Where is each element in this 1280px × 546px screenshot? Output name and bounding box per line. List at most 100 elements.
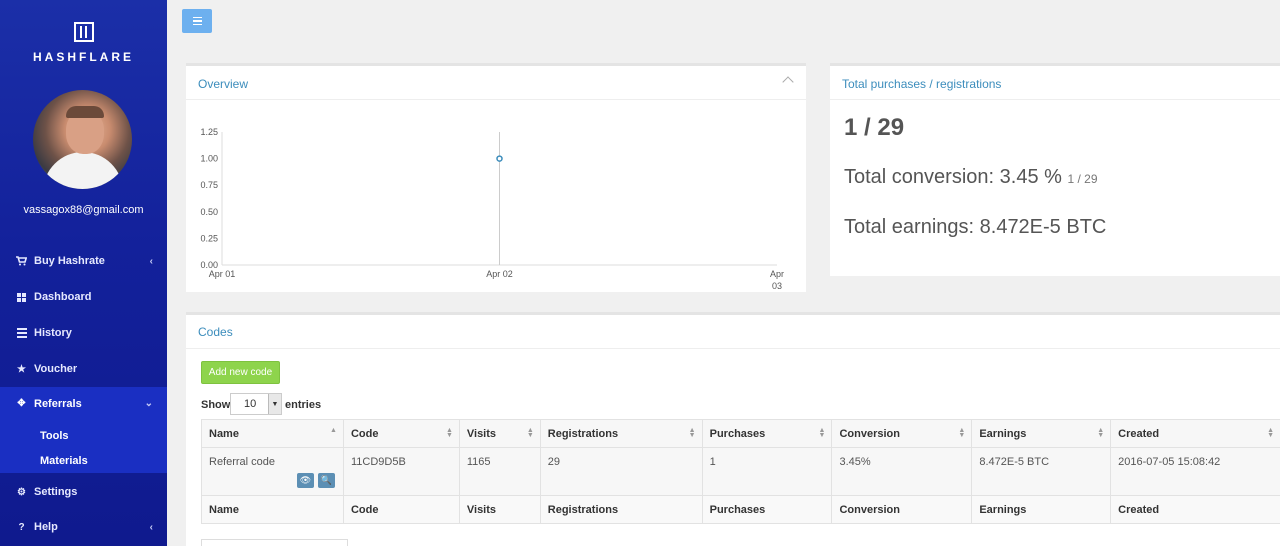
y-tick-label: 0.25 <box>200 233 218 243</box>
x-tick-label: Apr 02 <box>486 269 513 279</box>
sidebar-item-label: Buy Hashrate <box>34 255 105 267</box>
totals-title: Total purchases / registrations <box>842 77 1002 91</box>
footer-name: Name <box>201 495 344 524</box>
table-row: Referral code 👁 🔍 11CD9D5B 1165 29 1 3.4… <box>201 447 1280 496</box>
sidebar-item-label: Help <box>34 521 58 533</box>
sidebar-item-label: History <box>34 327 72 339</box>
sidebar-item-buy-hashrate[interactable]: Buy Hashrate ‹ <box>0 244 167 278</box>
footer-created: Created <box>1110 495 1280 524</box>
entries-select[interactable]: 10 ▼ <box>230 393 282 415</box>
cell-purchases: 1 <box>701 447 833 496</box>
add-new-code-button[interactable]: Add new code <box>201 361 280 384</box>
chevron-left-icon: ‹ <box>149 255 153 267</box>
search-icon[interactable]: 🔍 <box>318 473 335 488</box>
cell-visits: 1165 <box>458 447 541 496</box>
sidebar-item-help[interactable]: ? Help ‹ <box>0 510 167 544</box>
total-conversion-ratio: 1 / 29 <box>1067 172 1098 186</box>
x-tick-label: Apr 01 <box>209 269 236 279</box>
question-icon: ? <box>18 521 25 533</box>
view-eye-icon[interactable]: 👁 <box>297 473 314 488</box>
overview-chart: 1.251.000.750.500.250.00Apr 01 Apr 02 Apr 0… <box>200 127 784 291</box>
cart-icon <box>16 256 27 267</box>
gears-icon: ⚙ <box>17 486 26 498</box>
sidebar: HASHFLARE vassagox88@gmail.com Buy Hashr… <box>0 0 167 546</box>
sort-asc-icon: ▲ <box>330 427 337 434</box>
chevron-down-icon: ⌄ <box>144 398 153 409</box>
column-header-registrations[interactable]: Registrations ▲ ▼ <box>539 419 703 448</box>
brand-name: HASHFLARE <box>33 50 134 64</box>
sort-icon: ▲ ▼ <box>1097 427 1105 439</box>
brand-logo[interactable]: HASHFLARE <box>0 22 167 64</box>
entries-label: entries <box>285 399 322 411</box>
cell-code: 11CD9D5B <box>342 447 460 496</box>
footer-code: Code <box>342 495 460 524</box>
codes-table: Name ▲ Code ▲ ▼ Visits ▲ ▼ Registrations ▲ ▼ Pu… <box>201 419 1280 524</box>
sidebar-subitem-tools[interactable]: Tools <box>40 430 69 442</box>
cell-name: Referral code 👁 🔍 <box>201 447 344 496</box>
cell-registrations: 29 <box>539 447 703 496</box>
codes-title: Codes <box>198 325 233 339</box>
sidebar-item-voucher[interactable]: ★ Voucher <box>0 352 167 386</box>
chevron-left-icon: ‹ <box>149 521 153 533</box>
collapse-icon[interactable] <box>782 76 794 88</box>
sort-icon: ▲ ▼ <box>818 427 826 439</box>
y-tick-label: 1.25 <box>200 127 218 137</box>
sidebar-item-label: Voucher <box>34 363 78 375</box>
column-header-purchases[interactable]: Purchases ▲ ▼ <box>701 419 833 448</box>
total-conversion: Total conversion: 3.45 % 1 / 29 <box>844 166 1098 189</box>
footer-visits: Visits <box>458 495 541 524</box>
sort-icon: ▲ ▼ <box>1267 427 1274 439</box>
table-header-row: Name ▲ Code ▲ ▼ Visits ▲ ▼ Registrations ▲ ▼ Pu… <box>201 419 1280 448</box>
referrals-icon: ✥ <box>17 398 26 409</box>
purchases-registrations-ratio: 1 / 29 <box>844 114 905 141</box>
overview-title: Overview <box>198 77 249 91</box>
hamburger-icon <box>192 16 202 19</box>
footer-purchases: Purchases <box>701 495 833 524</box>
footer-registrations: Registrations <box>539 495 703 524</box>
user-email: vassagox88@gmail.com <box>23 204 144 216</box>
cell-created: 2016-07-05 15:08:42 <box>1110 447 1280 496</box>
sidebar-item-settings[interactable]: ⚙ Settings <box>0 475 167 509</box>
sidebar-item-dashboard[interactable]: Dashboard <box>0 280 167 314</box>
sort-icon: ▲ ▼ <box>958 427 966 439</box>
x-tick-label: Apr 03 <box>770 269 784 291</box>
dropdown-arrow-icon: ▼ <box>268 394 281 414</box>
total-earnings: Total earnings: 8.472E-5 BTC <box>844 216 1107 238</box>
cell-conversion: 3.45% <box>831 447 973 496</box>
totals-panel: Total purchases / registrations 1 / 29 T… <box>830 63 1280 276</box>
list-icon <box>16 328 27 339</box>
column-header-code[interactable]: Code ▲ ▼ <box>342 419 460 448</box>
sort-icon: ▲ ▼ <box>688 427 696 439</box>
cell-earnings: 8.472E-5 BTC <box>971 447 1112 496</box>
sidebar-item-history[interactable]: History <box>0 316 167 350</box>
footer-earnings: Earnings <box>971 495 1112 524</box>
sort-icon: ▲ ▼ <box>445 427 453 439</box>
table-info-box <box>201 539 348 546</box>
table-footer-row: Name Code Visits Registrations Purchases… <box>201 495 1280 524</box>
sidebar-item-label: Referrals <box>34 398 82 410</box>
column-header-visits[interactable]: Visits ▲ ▼ <box>458 419 541 448</box>
column-header-earnings[interactable]: Earnings ▲ ▼ <box>971 419 1112 448</box>
star-icon: ★ <box>17 363 26 375</box>
y-tick-label: 0.50 <box>200 207 218 217</box>
column-header-created[interactable]: Created ▲ ▼ <box>1110 419 1280 448</box>
column-header-conversion[interactable]: Conversion ▲ ▼ <box>831 419 973 448</box>
avatar <box>33 90 132 189</box>
sidebar-item-label: Dashboard <box>34 291 92 303</box>
sidebar-subitem-materials[interactable]: Materials <box>40 455 88 467</box>
entries-value: 10 <box>244 398 257 410</box>
y-tick-label: 1.00 <box>200 154 218 164</box>
column-header-name[interactable]: Name ▲ <box>201 419 344 448</box>
show-label: Show <box>201 399 231 411</box>
dashboard-icon <box>16 292 27 303</box>
overview-panel: Overview 1.25 1.00 0.75 0.50 0.25 0.00 Apr 01 A… <box>186 63 806 292</box>
logo-mark-icon <box>73 22 94 42</box>
sidebar-toggle-button[interactable] <box>182 9 212 33</box>
footer-conversion: Conversion <box>831 495 973 524</box>
data-point <box>496 155 503 162</box>
total-conversion-label: Total conversion: 3.45 % <box>844 166 1062 188</box>
y-tick-label: 0.75 <box>200 180 218 190</box>
sidebar-item-label: Settings <box>34 486 78 498</box>
sort-icon: ▲ ▼ <box>526 427 534 439</box>
codes-panel: Codes Add new code Show 10 ▼ entries Nam… <box>186 312 1280 546</box>
